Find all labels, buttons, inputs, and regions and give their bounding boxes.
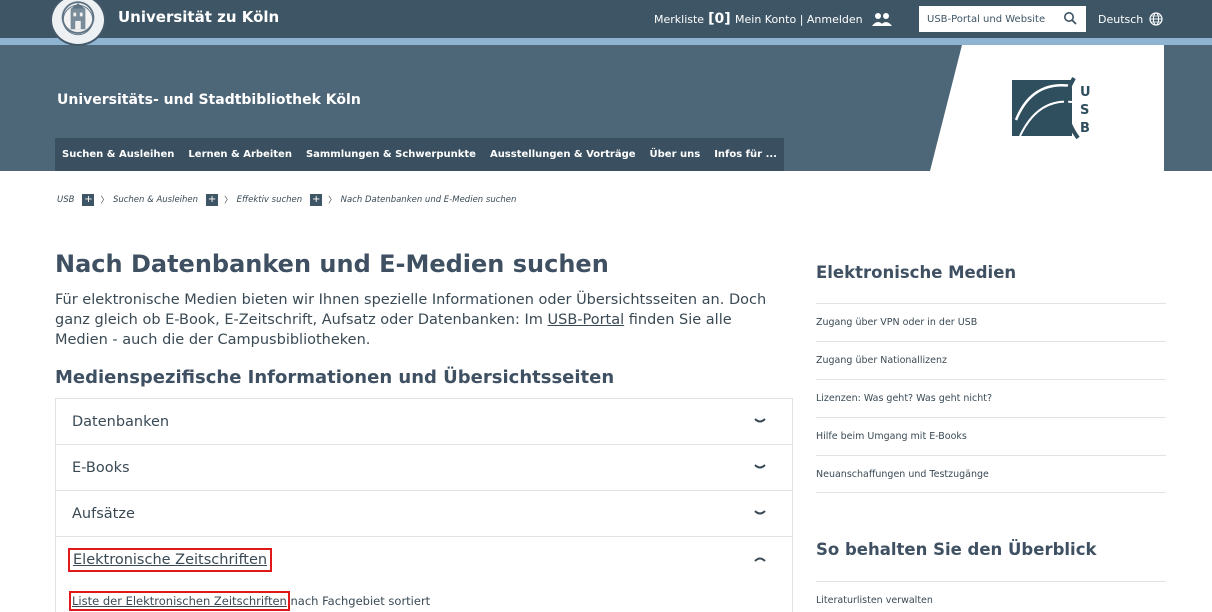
breadcrumb-item-current: Nach Datenbanken und E-Medien suchen: [340, 195, 517, 205]
breadcrumb-item-suchen-ausleihen[interactable]: Suchen & Ausleihen: [113, 195, 198, 205]
people-icon: [871, 13, 892, 26]
search-label: USB-Portal und Website: [927, 13, 1046, 25]
accordion-item-datenbanken[interactable]: Datenbanken: [55, 398, 793, 444]
nav-item-lernen-arbeiten[interactable]: Lernen & Arbeiten: [181, 138, 299, 171]
nav-item-infos-fuer[interactable]: Infos für ...: [707, 138, 784, 171]
plus-icon[interactable]: +: [310, 194, 323, 206]
usb-portal-link[interactable]: USB-Portal: [548, 312, 625, 328]
breadcrumb-separator-icon: 〉: [328, 196, 337, 206]
breadcrumb-separator-icon: 〉: [100, 196, 109, 206]
sidebar-item-label: Zugang über VPN oder in der USB: [816, 317, 978, 328]
sidebar-item-label: Lizenzen: Was geht? Was geht nicht?: [816, 393, 993, 404]
breadcrumb-separator-icon: 〉: [224, 196, 233, 206]
sidebar-title-ueberblick: So behalten Sie den Überblick: [816, 540, 1097, 559]
merkliste-count: [0]: [708, 11, 731, 27]
accordion-label: Aufsätze: [72, 505, 135, 522]
sidebar-item-ebooks-hilfe[interactable]: Hilfe beim Umgang mit E-Books: [816, 417, 1166, 455]
language-switcher[interactable]: Deutsch: [1098, 0, 1163, 38]
main-navigation: Suchen & Ausleihen Lernen & Arbeiten Sam…: [55, 138, 784, 171]
sidebar-item-vpn[interactable]: Zugang über VPN oder in der USB: [816, 303, 1166, 341]
page-title: Nach Datenbanken und E-Medien suchen: [55, 250, 609, 278]
sidebar-item-label: Hilfe beim Umgang mit E-Books: [816, 431, 967, 442]
sidebar-list-ueberblick: Literaturlisten verwalten: [816, 581, 1166, 612]
accordion-label: E-Books: [72, 459, 130, 476]
chevron-down-icon: [754, 510, 766, 515]
chevron-down-icon: [754, 464, 766, 469]
accordion-item-ebooks[interactable]: E-Books: [55, 444, 793, 490]
sidebar-item-nationallizenz[interactable]: Zugang über Nationallizenz: [816, 341, 1166, 379]
ezeitschriften-list-link[interactable]: Liste der Elektronischen Zeitschriften: [69, 591, 290, 611]
section-subheading: Medienspezifische Informationen und Über…: [55, 367, 615, 388]
accordion-label: Datenbanken: [72, 413, 170, 430]
media-accordion: Datenbanken E-Books Aufsätze Elektronisc…: [55, 398, 793, 612]
logo-letter-u: U: [1080, 85, 1091, 100]
sidebar-item-label: Neuanschaffungen und Testzugänge: [816, 468, 989, 480]
search-icon[interactable]: [1063, 11, 1077, 25]
accordion-body-zeitschriften: Liste der Elektronischen Zeitschriften n…: [55, 582, 793, 612]
merkliste-link[interactable]: Merkliste [0]: [654, 0, 731, 38]
nav-item-suchen-ausleihen[interactable]: Suchen & Ausleihen: [55, 138, 181, 171]
merkliste-label: Merkliste: [654, 12, 705, 26]
sidebar-item-literaturlisten[interactable]: Literaturlisten verwalten: [816, 581, 1166, 612]
breadcrumb: USB + 〉 Suchen & Ausleihen + 〉 Effektiv …: [57, 194, 516, 206]
account-login-link[interactable]: Mein Konto | Anmelden: [735, 0, 893, 38]
nav-item-ueber-uns[interactable]: Über uns: [643, 138, 708, 171]
accent-strip: [0, 38, 1212, 45]
sidebar-list-elektronische-medien: Zugang über VPN oder in der USB Zugang ü…: [816, 303, 1166, 493]
ezeitschriften-list-text: nach Fachgebiet sortiert: [286, 594, 431, 608]
search-input[interactable]: USB-Portal und Website: [919, 6, 1086, 32]
plus-icon[interactable]: +: [206, 194, 219, 206]
nav-item-sammlungen[interactable]: Sammlungen & Schwerpunkte: [299, 138, 483, 171]
account-label: Mein Konto | Anmelden: [735, 12, 863, 26]
sidebar-item-neuanschaffungen[interactable]: Neuanschaffungen und Testzugänge: [816, 455, 1166, 493]
sidebar-item-label: Zugang über Nationallizenz: [816, 355, 947, 366]
nav-item-ausstellungen[interactable]: Ausstellungen & Vorträge: [483, 138, 643, 171]
language-label: Deutsch: [1098, 12, 1144, 26]
accordion-item-aufsaetze[interactable]: Aufsätze: [55, 490, 793, 536]
breadcrumb-item-effektiv-suchen[interactable]: Effektiv suchen: [237, 195, 303, 205]
globe-icon: [1149, 12, 1163, 26]
university-name[interactable]: Universität zu Köln: [118, 8, 279, 26]
library-title[interactable]: Universitäts- und Stadtbibliothek Köln: [57, 92, 361, 108]
logo-letter-b: B: [1080, 121, 1090, 136]
chevron-up-icon: [754, 557, 766, 562]
logo-letter-s: S: [1080, 103, 1089, 118]
chevron-down-icon: [754, 418, 766, 423]
sidebar-item-lizenzen[interactable]: Lizenzen: Was geht? Was geht nicht?: [816, 379, 1166, 417]
usb-logo[interactable]: U S B: [1012, 76, 1112, 140]
intro-paragraph: Für elektronische Medien bieten wir Ihne…: [55, 290, 785, 350]
accordion-label-link[interactable]: Elektronische Zeitschriften: [67, 547, 273, 572]
sidebar-item-label: Literaturlisten verwalten: [816, 595, 933, 606]
accordion-item-elektronische-zeitschriften[interactable]: Elektronische Zeitschriften: [55, 536, 793, 582]
university-seal-logo[interactable]: [50, 0, 106, 46]
sidebar-title-elektronische-medien: Elektronische Medien: [816, 263, 1017, 282]
plus-icon[interactable]: +: [82, 194, 95, 206]
breadcrumb-item-usb[interactable]: USB: [57, 195, 74, 205]
